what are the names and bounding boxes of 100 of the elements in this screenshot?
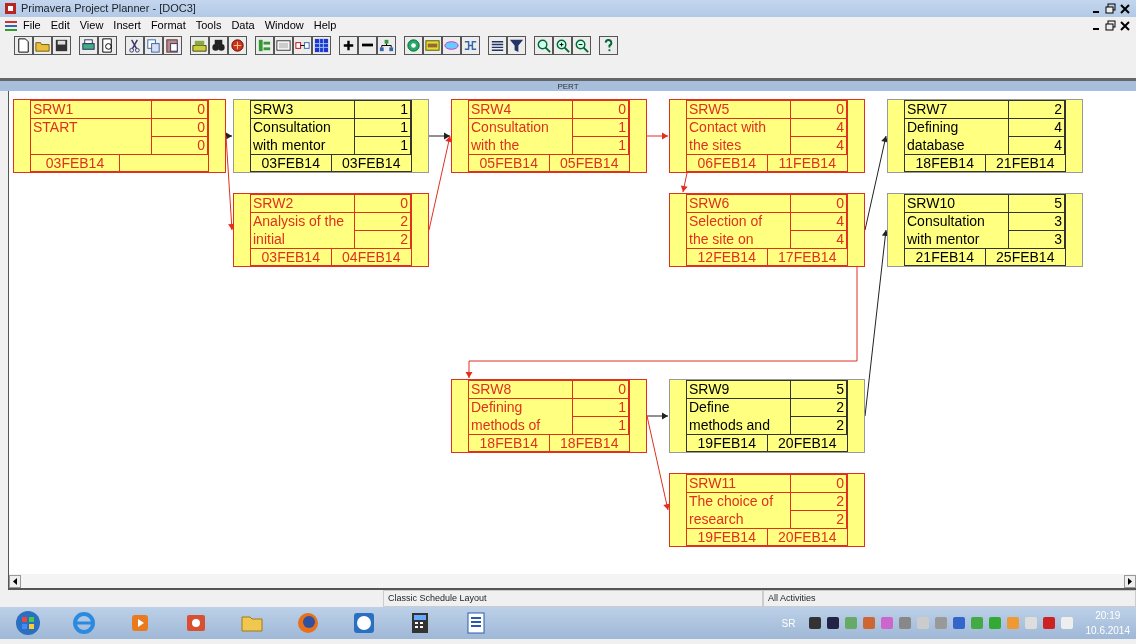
activity-description: Selection of <box>687 213 791 231</box>
minus-icon <box>362 43 373 47</box>
toolbar-button[interactable] <box>293 35 312 55</box>
activity-date: 20FEB14 <box>777 529 838 546</box>
activity-date: 03FEB14 <box>251 249 332 266</box>
activity-date: 18FEB14 <box>905 155 986 172</box>
activity-description: Consultation <box>251 119 355 137</box>
page-icon <box>15 36 32 54</box>
activity-box[interactable]: SRW7 2 Defining 4 database 4 18FEB14 21FEB14 <box>887 99 1083 173</box>
activity-id: SRW3 <box>251 101 355 119</box>
activity-date: 20FEB14 <box>777 435 838 452</box>
toolbar-button[interactable] <box>377 35 396 55</box>
scroll-right-icon[interactable] <box>1124 574 1136 588</box>
clipboard-icon <box>164 36 181 54</box>
activity-description: with mentor <box>905 231 1009 249</box>
activity-number: 2 <box>791 511 847 529</box>
activity-description: with mentor <box>251 137 355 155</box>
menu-item[interactable]: Edit <box>45 17 75 34</box>
toolbar-button[interactable] <box>461 35 480 55</box>
toolbar-button[interactable] <box>209 35 228 55</box>
scroll-left-icon[interactable] <box>9 574 21 588</box>
activity-description: initial <box>251 231 355 249</box>
activity-number: 3 <box>1009 231 1065 249</box>
activity-box[interactable]: SRW6 0 Selection of 4 the site on 4 12FEB14 17FEB14 <box>669 193 865 267</box>
menu-item[interactable]: File <box>18 17 46 34</box>
activity-description: Defining <box>469 399 573 417</box>
activity-id: SRW1 <box>31 101 152 119</box>
close-icon[interactable] <box>1118 19 1132 32</box>
activity-number: 4 <box>791 213 847 231</box>
activity-box[interactable]: SRW2 0 Analysis of the 2 initial 2 03FEB14 04FEB14 <box>233 193 429 267</box>
activity-number: 0 <box>152 101 208 119</box>
activity-number: 1 <box>573 137 629 155</box>
activity-number: 0 <box>791 475 847 493</box>
activity-id: SRW6 <box>687 195 791 213</box>
toolbar-button[interactable] <box>488 35 507 55</box>
menu-item[interactable]: Format <box>145 17 191 34</box>
activity-box[interactable]: SRW3 1 Consultation 1 with mentor 1 03FEB14 03FEB14 <box>233 99 429 173</box>
activity-description: the sites <box>687 137 791 155</box>
activity-box[interactable]: SRW1 0 START 0 0 03FEB14 <box>13 99 226 173</box>
activity-number: 4 <box>1009 119 1065 137</box>
toolbar-button[interactable] <box>255 35 274 55</box>
activity-box[interactable]: SRW10 5 Consultation 3 with mentor 3 21FEB14 25FEB14 <box>887 193 1083 267</box>
close-icon[interactable] <box>1118 2 1132 15</box>
toolbar-button[interactable] <box>312 35 331 55</box>
tray-icon[interactable] <box>825 616 840 630</box>
activity-number: 0 <box>355 195 411 213</box>
activity-date: 18FEB14 <box>559 435 620 452</box>
toolbar-button[interactable] <box>442 35 461 55</box>
activity-number: 1 <box>355 137 411 155</box>
window-title: Primavera Project Planner - [DOC3] <box>21 1 196 17</box>
activity-number: 1 <box>355 101 411 119</box>
menu-item[interactable]: Help <box>308 17 342 34</box>
filter-status: All Activities <box>763 590 1136 607</box>
menu-item[interactable]: Tools <box>190 17 227 34</box>
toolbar-button[interactable] <box>553 35 572 55</box>
menu-item[interactable]: Insert <box>108 17 146 34</box>
toolbar-button[interactable] <box>572 35 591 55</box>
grid-icon <box>313 36 330 54</box>
menu-item[interactable]: Window <box>259 17 309 34</box>
toolbar-button[interactable] <box>144 35 163 55</box>
toolbar-button[interactable] <box>358 35 377 55</box>
activity-date: 21FEB14 <box>995 155 1056 172</box>
restore-icon[interactable] <box>1104 19 1118 32</box>
toolbar-button[interactable] <box>163 35 182 55</box>
toolbar-button[interactable] <box>423 35 442 55</box>
activity-number: 0 <box>573 381 629 399</box>
toolbar-button[interactable] <box>507 35 526 55</box>
toolbar-button[interactable] <box>534 35 553 55</box>
activity-number: 4 <box>791 137 847 155</box>
document-icon <box>4 19 18 32</box>
activity-number: 0 <box>573 101 629 119</box>
toolbar-button[interactable] <box>33 35 52 55</box>
activity-number: 2 <box>791 417 847 435</box>
toolbar-button[interactable] <box>339 35 358 55</box>
activity-id: SRW8 <box>469 381 573 399</box>
activity-box[interactable]: SRW8 0 Defining 1 methods of 1 18FEB14 18FEB14 <box>451 379 647 453</box>
activity-box[interactable]: SRW11 0 The choice of 2 research 2 19FEB14 20FEB14 <box>669 473 865 547</box>
activity-id: SRW2 <box>251 195 355 213</box>
activity-date: 18FEB14 <box>469 435 550 452</box>
tray-icon[interactable] <box>807 616 822 630</box>
activity-description: Consultation <box>469 119 573 137</box>
activity-description: methods of <box>469 417 573 435</box>
toolbar-button[interactable] <box>125 35 144 55</box>
activity-box[interactable]: SRW5 0 Contact with 4 the sites 4 06FEB14 11FEB14 <box>669 99 865 173</box>
menu-item[interactable]: View <box>74 17 109 34</box>
activity-description: Contact with <box>687 119 791 137</box>
activity-number: 2 <box>791 493 847 511</box>
start-button[interactable] <box>14 609 42 637</box>
toolbar-button[interactable] <box>274 35 293 55</box>
activity-date: 05FEB14 <box>469 155 550 172</box>
toolbar-button[interactable] <box>190 35 209 55</box>
toolbar-button[interactable] <box>79 35 98 55</box>
activity-box[interactable]: SRW9 5 Define 2 methods and 2 19FEB14 20FEB14 <box>669 379 865 453</box>
activity-box[interactable]: SRW4 0 Consultation 1 with the 1 05FEB14 05FEB14 <box>451 99 647 173</box>
toolbar-button[interactable] <box>52 35 71 55</box>
toolbar-button[interactable] <box>14 35 33 55</box>
restore-icon[interactable] <box>1104 2 1118 15</box>
toolbar-button[interactable] <box>98 35 117 55</box>
menu-item[interactable]: Data <box>226 17 260 34</box>
toolbar-button[interactable] <box>599 35 618 55</box>
